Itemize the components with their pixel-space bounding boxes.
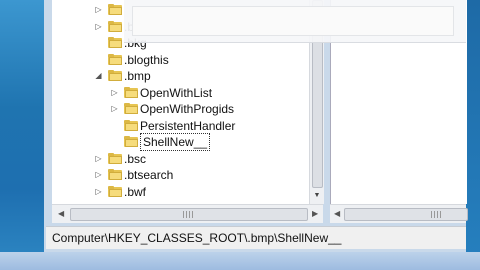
tree-horizontal-scroll-thumb[interactable] [70,208,308,221]
overlay-inner-box [132,6,454,36]
scroll-left-arrow-icon[interactable]: ◀ [334,209,340,218]
values-horizontal-scroll-thumb[interactable] [344,208,468,221]
desktop-background-right [466,0,480,270]
tree-node-label[interactable]: .bmp [124,68,151,84]
status-bar: Computer\HKEY_CLASSES_ROOT\.bmp\ShellNew… [46,226,466,249]
expand-triangle-icon[interactable]: ▷ [94,5,103,14]
folder-icon [124,136,138,147]
window-bottom-border [0,252,480,270]
folder-icon [108,37,122,48]
tree-node-label[interactable]: .bwf [124,184,146,200]
folder-icon [124,119,138,131]
scroll-grip-icon [183,211,193,218]
folder-icon [108,185,122,197]
tree-node[interactable]: ShellNew__ [52,133,302,151]
tree-node[interactable]: ▷ .bsc [52,151,302,167]
collapse-triangle-icon[interactable]: ◢ [94,71,103,80]
tree-node-label[interactable]: ShellNew__ [140,133,211,151]
folder-icon [108,169,122,180]
values-horizontal-scrollbar[interactable]: ◀ [330,204,468,223]
scroll-down-arrow-icon[interactable]: ▼ [313,192,321,200]
expand-triangle-icon[interactable]: ▷ [94,22,103,31]
tree-node-label[interactable]: .bsc [124,151,146,167]
folder-icon [108,152,122,164]
folder-icon [108,4,122,15]
tree-node-label[interactable]: .btsearch [124,167,173,183]
expand-triangle-icon[interactable]: ▷ [94,170,103,179]
scroll-left-arrow-icon[interactable]: ◀ [58,209,64,218]
folder-icon [108,70,122,81]
tree-node[interactable]: ▷ .bwf [52,184,302,200]
tree-node[interactable]: ◢ .bmp [52,68,302,84]
desktop-background-left [0,0,44,270]
tree-node-label[interactable]: PersistentHandler [140,118,235,134]
tree-node[interactable]: PersistentHandler [52,118,302,134]
tree-node[interactable]: ▷ OpenWithList [52,85,302,101]
folder-icon [124,86,138,98]
tree-node[interactable]: ▷ OpenWithProgids [52,101,302,117]
tree-node[interactable]: .blogthis [52,52,302,68]
expand-triangle-icon[interactable]: ▷ [110,88,119,97]
tree-node-label[interactable]: OpenWithList [140,85,212,101]
tree-node-label[interactable]: .blogthis [124,52,169,68]
expand-triangle-icon[interactable]: ▷ [94,187,103,196]
tree-node-label[interactable]: OpenWithProgids [140,101,234,117]
folder-icon [124,103,138,114]
tree-node[interactable]: ▷ .btsearch [52,167,302,183]
folder-icon [108,20,122,32]
scroll-right-arrow-icon[interactable]: ▶ [312,209,318,218]
tree-horizontal-scrollbar[interactable]: ◀ ▶ [52,204,323,223]
folder-icon [108,53,122,65]
overlay-panel [124,0,466,43]
status-path: Computer\HKEY_CLASSES_ROOT\.bmp\ShellNew… [52,231,342,245]
expand-triangle-icon[interactable]: ▷ [110,104,119,113]
scroll-grip-icon [431,211,441,218]
expand-triangle-icon[interactable]: ▷ [94,154,103,163]
